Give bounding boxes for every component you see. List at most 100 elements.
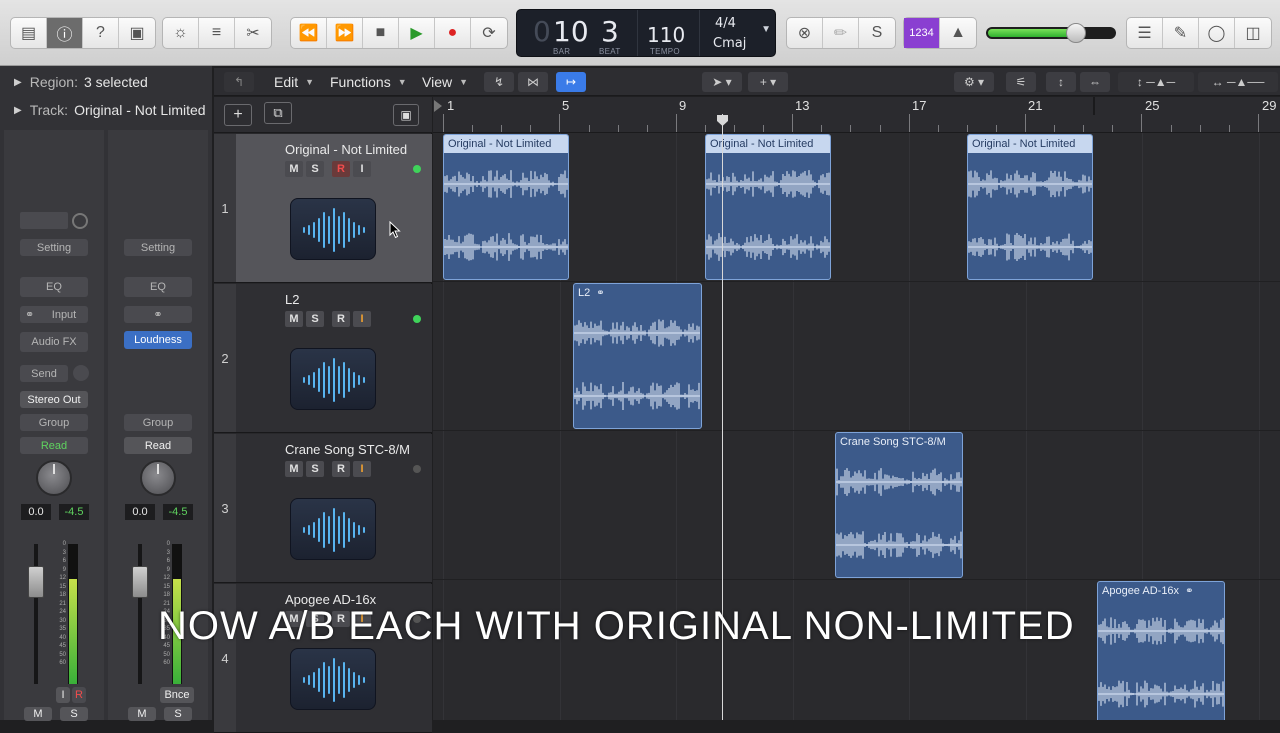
chevron-down-icon[interactable]: ▼ bbox=[761, 24, 771, 35]
pan-knob[interactable] bbox=[36, 460, 72, 496]
group-button[interactable]: Group bbox=[124, 414, 192, 431]
eq-button[interactable]: EQ bbox=[20, 277, 88, 297]
pan-knob[interactable] bbox=[140, 460, 176, 496]
master-volume-thumb[interactable] bbox=[1066, 23, 1086, 43]
browser-icon[interactable]: ◫ bbox=[1235, 18, 1271, 48]
duplicate-track-icon[interactable]: ⧉ bbox=[264, 102, 292, 124]
track-name[interactable]: Crane Song STC-8/M bbox=[285, 442, 410, 457]
solo-button[interactable]: S bbox=[306, 161, 324, 177]
vertical-fit-icon[interactable]: ↕ bbox=[1046, 72, 1076, 92]
tuner-icon[interactable]: ✏ bbox=[823, 18, 859, 48]
disclosure-triangle-icon[interactable]: ▶ bbox=[14, 77, 22, 88]
bounce-button[interactable]: Bnce bbox=[160, 687, 194, 703]
audio-region[interactable]: Crane Song STC-8/M bbox=[835, 432, 963, 578]
loop-browser-icon[interactable]: ◯ bbox=[1199, 18, 1235, 48]
mute-button[interactable]: M bbox=[285, 161, 303, 177]
track-row[interactable]: 2 L2 M S R I bbox=[214, 284, 432, 433]
stop-icon[interactable]: ■ bbox=[363, 18, 399, 48]
output-button[interactable]: Stereo Out bbox=[20, 391, 88, 408]
eq-button[interactable]: EQ bbox=[124, 277, 192, 297]
audio-region[interactable]: Original - Not Limited bbox=[967, 134, 1093, 280]
track-name[interactable]: L2 bbox=[285, 292, 299, 307]
audio-region[interactable]: Original - Not Limited bbox=[705, 134, 831, 280]
volume-value[interactable]: 0.0 bbox=[125, 504, 155, 520]
pencil-tool-icon[interactable]: + ▾ bbox=[748, 72, 788, 92]
solo-button[interactable]: S bbox=[306, 311, 324, 327]
list-editors-icon[interactable]: ☰ bbox=[1127, 18, 1163, 48]
input-monitor-icon[interactable] bbox=[72, 213, 88, 229]
mute-button[interactable]: M bbox=[128, 707, 156, 721]
volume-fader-track[interactable] bbox=[138, 544, 142, 684]
play-icon[interactable]: ▶ bbox=[399, 18, 435, 48]
vertical-zoom-slider[interactable]: ↕ ─▲─ bbox=[1118, 72, 1194, 92]
volume-fader-track[interactable] bbox=[34, 544, 38, 684]
functions-menu[interactable]: Functions ▼ bbox=[322, 72, 415, 92]
master-volume-slider[interactable] bbox=[986, 23, 1116, 43]
setting-button[interactable]: Setting bbox=[20, 239, 88, 256]
send-knob[interactable] bbox=[73, 365, 89, 381]
volume-fader[interactable] bbox=[28, 566, 44, 598]
automation-mode-button[interactable]: Read bbox=[20, 437, 88, 454]
edit-menu[interactable]: Edit ▼ bbox=[266, 72, 322, 92]
metronome-icon[interactable]: ▲ bbox=[940, 18, 976, 48]
solo-button[interactable]: S bbox=[306, 461, 324, 477]
mute-button[interactable]: M bbox=[285, 461, 303, 477]
audio-fx-button[interactable]: Audio FX bbox=[20, 332, 88, 352]
volume-value[interactable]: 0.0 bbox=[21, 504, 51, 520]
eq-thumbnail[interactable] bbox=[20, 212, 68, 229]
fast-forward-icon[interactable]: ⏩ bbox=[327, 18, 363, 48]
toolbar-icon[interactable]: ▣ bbox=[119, 18, 155, 48]
cycle-icon[interactable]: ⟳ bbox=[471, 18, 507, 48]
send-button[interactable]: Send bbox=[20, 365, 68, 382]
flex-icon[interactable]: ⋈ bbox=[518, 72, 548, 92]
loudness-plugin-slot[interactable]: Loudness bbox=[124, 331, 192, 349]
view-menu[interactable]: View ▼ bbox=[414, 72, 476, 92]
track-name[interactable]: Original - Not Limited bbox=[285, 142, 407, 157]
gear-icon[interactable]: ⚙ ▾ bbox=[954, 72, 994, 92]
editors-icon[interactable]: ✂ bbox=[235, 18, 271, 48]
input-monitoring-button[interactable]: I bbox=[56, 687, 70, 703]
global-tracks-icon[interactable]: ▣ bbox=[393, 104, 419, 126]
mute-button[interactable]: M bbox=[285, 311, 303, 327]
bar-ruler[interactable]: 1 5 9 13 17 21 25 29 bbox=[433, 97, 1280, 133]
playhead-handle-icon[interactable] bbox=[716, 114, 729, 127]
record-icon[interactable]: ● bbox=[435, 18, 471, 48]
mixer-icon[interactable]: ≡ bbox=[199, 18, 235, 48]
track-row[interactable]: 3 Crane Song STC-8/M M S R I bbox=[214, 434, 432, 583]
quick-help-icon[interactable]: ? bbox=[83, 18, 119, 48]
record-enable-button[interactable]: R bbox=[332, 311, 350, 327]
volume-fader[interactable] bbox=[132, 566, 148, 598]
solo-button[interactable]: S bbox=[164, 707, 192, 721]
add-track-button[interactable]: + bbox=[224, 104, 252, 126]
count-in-button[interactable]: 1234 bbox=[904, 18, 940, 48]
rewind-icon[interactable]: ⏪ bbox=[291, 18, 327, 48]
input-monitoring-button[interactable]: I bbox=[353, 311, 371, 327]
track-inspector-header[interactable]: ▶ Track: Original - Not Limited bbox=[0, 96, 212, 124]
input-monitoring-button[interactable]: I bbox=[353, 161, 371, 177]
record-enable-button[interactable]: R bbox=[332, 161, 350, 177]
record-enable-button[interactable]: R bbox=[72, 687, 86, 703]
smart-controls-icon[interactable]: ☼ bbox=[163, 18, 199, 48]
audio-region[interactable]: L2 ⚭ bbox=[573, 283, 702, 429]
horizontal-zoom-slider[interactable]: ↔ ─▲── bbox=[1198, 72, 1278, 92]
link-button[interactable]: ⚭ bbox=[124, 306, 192, 323]
audio-region[interactable]: Apogee AD-16x ⚭ bbox=[1097, 581, 1225, 720]
automation-icon[interactable]: ↯ bbox=[484, 72, 514, 92]
track-lane[interactable] bbox=[433, 282, 1280, 431]
audio-region[interactable]: Original - Not Limited bbox=[443, 134, 569, 280]
mute-button[interactable]: M bbox=[24, 707, 52, 721]
automation-mode-button[interactable]: Read bbox=[124, 437, 192, 454]
waveform-zoom-icon[interactable]: ⚟ bbox=[1006, 72, 1036, 92]
catch-icon[interactable]: ↰ bbox=[224, 72, 254, 92]
region-inspector-header[interactable]: ▶ Region: 3 selected bbox=[0, 68, 212, 96]
setting-button[interactable]: Setting bbox=[124, 239, 192, 256]
input-monitoring-button[interactable]: I bbox=[353, 461, 371, 477]
solo-button[interactable]: S bbox=[60, 707, 88, 721]
group-button[interactable]: Group bbox=[20, 414, 88, 431]
input-button[interactable]: ⚭ Input bbox=[20, 306, 88, 323]
solo-icon[interactable]: S bbox=[859, 18, 895, 48]
horizontal-fit-icon[interactable]: ⇔ bbox=[1080, 72, 1110, 92]
lcd-display[interactable]: 0 10 3 BAR BEAT 110 TEMPO 4/4 Cmaj ▼ bbox=[516, 9, 776, 57]
replace-icon[interactable]: ⊗ bbox=[787, 18, 823, 48]
pointer-tool-icon[interactable]: ➤ ▾ bbox=[702, 72, 742, 92]
